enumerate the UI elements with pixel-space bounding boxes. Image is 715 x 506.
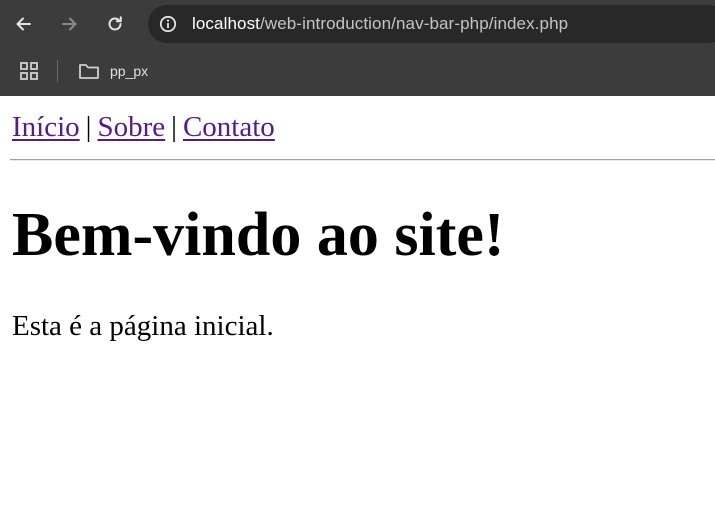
- reload-icon: [108, 16, 122, 31]
- url-path: /web-introduction/nav-bar-php/index.php: [260, 14, 569, 33]
- nav-link-inicio[interactable]: Início: [12, 111, 80, 143]
- reload-button[interactable]: [101, 10, 129, 38]
- bookmarks-bar: pp_px: [0, 48, 715, 96]
- bookmark-folder[interactable]: pp_px: [78, 58, 148, 84]
- back-arrow-icon: [16, 17, 31, 31]
- browser-toolbar: localhost/web-introduction/nav-bar-php/i…: [0, 0, 715, 48]
- nav-link-contato[interactable]: Contato: [183, 111, 275, 143]
- nav-separator: |: [85, 111, 92, 143]
- forward-arrow-icon: [62, 17, 77, 31]
- address-bar[interactable]: localhost/web-introduction/nav-bar-php/i…: [148, 5, 715, 43]
- horizontal-rule: [10, 159, 715, 161]
- browser-chrome: localhost/web-introduction/nav-bar-php/i…: [0, 0, 715, 96]
- page-paragraph: Esta é a página inicial.: [12, 310, 274, 342]
- nav-separator: |: [171, 111, 177, 143]
- url-text[interactable]: localhost/web-introduction/nav-bar-php/i…: [192, 14, 568, 34]
- apps-grid-icon[interactable]: [19, 61, 39, 81]
- info-icon[interactable]: [159, 15, 177, 33]
- nav-link-sobre[interactable]: Sobre: [97, 111, 165, 143]
- bookmark-folder-label: pp_px: [110, 63, 149, 79]
- bookmarks-divider: [57, 60, 58, 82]
- url-host: localhost: [192, 14, 260, 33]
- page-content: Início | Sobre | Contato Bem-vindo ao site! …: [0, 96, 715, 506]
- back-button[interactable]: [10, 10, 38, 38]
- site-nav-bar: Início | Sobre | Contato: [12, 111, 275, 144]
- forward-button[interactable]: [55, 10, 83, 38]
- page-heading: Bem-vindo ao site!: [12, 201, 505, 269]
- folder-icon: [79, 64, 99, 79]
